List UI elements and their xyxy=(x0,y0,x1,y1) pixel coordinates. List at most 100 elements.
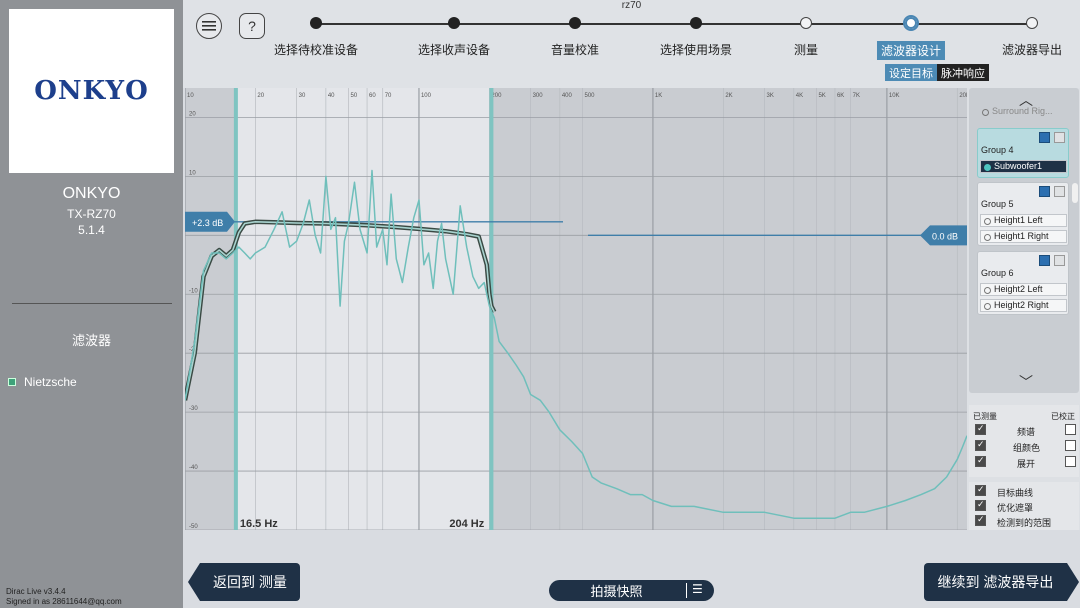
device-config: 5.1.4 xyxy=(78,223,105,237)
filter-section-title: 滤波器 xyxy=(71,333,111,348)
group-title: Group 6 xyxy=(981,268,1014,278)
y-tick-label: 20 xyxy=(189,111,196,117)
x-tick-label: 500 xyxy=(584,93,595,99)
group-settings-icon[interactable] xyxy=(1054,186,1065,197)
option-row-group-color: 组颜色 xyxy=(973,439,1077,454)
step-filter-design[interactable]: 滤波器设计 xyxy=(876,41,946,60)
device-name: ONKYO xyxy=(62,185,121,202)
device-logo: ONKYO xyxy=(9,9,174,173)
frequency-response-chart[interactable]: 10 20 30 40 50 60 70 100 200 300 400 500 1K 2K 3K 4K 5K 6… xyxy=(185,88,967,530)
hamburger-icon xyxy=(202,21,216,31)
y-tick-label: -40 xyxy=(189,465,198,471)
snapshot-divider xyxy=(686,583,687,598)
channel-height1-right[interactable]: Height1 Right xyxy=(980,230,1067,243)
sidebar: ONKYO ONKYO TX-RZ70 5.1.4 滤波器 Nietzsche … xyxy=(0,0,183,608)
bottom-bar: 返回到 测量 拍摄快照 ☰ 继续到 滤波器导出 xyxy=(183,530,1080,608)
x-tick-label: 60 xyxy=(369,93,376,99)
option-label: 展开 xyxy=(1017,459,1036,469)
x-tick-label: 10K xyxy=(889,93,900,99)
display-options: 已测量 已校正 频谱 组颜色 展开 xyxy=(969,405,1079,477)
groups-list[interactable]: ︿ Surround Rig... Group 4 Subwoofer1 Gro… xyxy=(969,88,1079,393)
group-color-measured-checkbox[interactable] xyxy=(975,439,986,451)
x-tick-label: 10 xyxy=(187,93,194,99)
step-select-scenario[interactable]: 选择使用场景 xyxy=(660,41,732,58)
spectrum-measured-checkbox[interactable] xyxy=(975,423,986,435)
step-select-device[interactable]: 选择待校准设备 xyxy=(274,41,358,58)
group-color-icon[interactable] xyxy=(1039,132,1050,143)
x-tick-label: 20K xyxy=(959,93,967,99)
groups-scrollbar[interactable] xyxy=(1072,183,1078,203)
step-measure[interactable]: 测量 xyxy=(794,41,818,58)
group-settings-icon[interactable] xyxy=(1054,255,1065,266)
app-version: Dirac Live v3.4.4 xyxy=(6,587,66,596)
option-row-expand: 展开 xyxy=(973,455,1077,470)
high-cutoff-label: 204 Hz xyxy=(449,518,484,530)
x-tick-label: 400 xyxy=(562,93,573,99)
expand-measured-checkbox[interactable] xyxy=(975,455,986,467)
option-label: 检测到的范围 xyxy=(997,518,1052,528)
group-color-corrected-checkbox[interactable] xyxy=(1065,440,1076,451)
list-menu-icon[interactable]: ☰ xyxy=(692,582,703,596)
session-name: rz70 xyxy=(621,0,642,11)
step-dot-5[interactable] xyxy=(800,17,812,29)
expand-corrected-checkbox[interactable] xyxy=(1065,456,1076,467)
menu-button[interactable] xyxy=(196,13,222,39)
x-tick-label: 6K xyxy=(837,93,844,99)
option-row-optimization-mask: 优化遮罩 xyxy=(973,499,1077,514)
chevron-down-icon[interactable]: ﹀ xyxy=(1019,372,1033,392)
channel-height1-left[interactable]: Height1 Left xyxy=(980,214,1067,227)
y-tick-label: 10 xyxy=(189,170,196,176)
option-label: 组颜色 xyxy=(1013,443,1041,453)
step-dot-3[interactable] xyxy=(569,17,581,29)
step-select-mic[interactable]: 选择收声设备 xyxy=(418,41,490,58)
step-dot-7[interactable] xyxy=(1026,17,1038,29)
continue-to-export-button[interactable]: 继续到 滤波器导出 xyxy=(924,563,1079,601)
progress-line xyxy=(315,23,1033,25)
group-card-6[interactable]: Group 6 Height2 Left Height2 Right xyxy=(977,251,1069,315)
filter-list-item[interactable]: Nietzsche xyxy=(8,375,77,389)
step-level-calibration[interactable]: 音量校准 xyxy=(551,41,599,58)
channel-height2-left[interactable]: Height2 Left xyxy=(980,283,1067,296)
take-snapshot-button[interactable]: 拍摄快照 ☰ xyxy=(549,580,714,601)
step-dot-1[interactable] xyxy=(310,17,322,29)
option-label: 频谱 xyxy=(1017,427,1036,437)
step-filter-export[interactable]: 滤波器导出 xyxy=(1002,41,1062,58)
group-color-icon[interactable] xyxy=(1039,255,1050,266)
x-tick-label: 5K xyxy=(818,93,825,99)
x-tick-label: 4K xyxy=(796,93,803,99)
filter-check-icon[interactable] xyxy=(8,378,16,386)
back-to-measure-button[interactable]: 返回到 测量 xyxy=(188,563,300,601)
target-curve-checkbox[interactable] xyxy=(975,484,986,496)
detected-range-checkbox[interactable] xyxy=(975,514,986,526)
option-row-detected-range: 检测到的范围 xyxy=(973,514,1077,529)
channel-height2-right[interactable]: Height2 Right xyxy=(980,299,1067,312)
step-dot-2[interactable] xyxy=(448,17,460,29)
right-gain-label: 0.0 dB xyxy=(932,231,958,241)
chart-svg[interactable]: 10 20 30 40 50 60 70 100 200 300 400 500 1K 2K 3K 4K 5K 6… xyxy=(185,88,967,530)
x-tick-label: 2K xyxy=(725,93,732,99)
low-cutoff-handle xyxy=(233,88,238,530)
tab-set-target[interactable]: 设定目标 xyxy=(885,64,937,81)
tab-impulse-response[interactable]: 脉冲响应 xyxy=(937,64,989,81)
group-color-icon[interactable] xyxy=(1039,186,1050,197)
group-card-5[interactable]: Group 5 Height1 Left Height1 Right xyxy=(977,182,1069,246)
column-corrected: 已校正 xyxy=(1051,412,1075,421)
group-title: Group 5 xyxy=(981,199,1014,209)
group-card-4[interactable]: Group 4 Subwoofer1 xyxy=(977,128,1069,178)
optimization-mask-checkbox[interactable] xyxy=(975,499,986,511)
help-button[interactable]: ? xyxy=(239,13,265,39)
channel-surround-right-partial[interactable]: Surround Rig... xyxy=(979,106,1069,119)
spectrum-corrected-checkbox[interactable] xyxy=(1065,424,1076,435)
step-dot-6[interactable] xyxy=(903,15,919,31)
overlay-options: 目标曲线 优化遮罩 检测到的范围 xyxy=(969,482,1079,530)
column-measured: 已测量 xyxy=(973,412,997,421)
y-tick-label: -10 xyxy=(189,288,198,294)
option-label: 优化遮罩 xyxy=(997,503,1034,513)
top-bar: rz70 ? 选择待校准设备 选择收声设备 音量校准 选择使用场景 测量 滤波器… xyxy=(183,0,1080,88)
signed-in-user: Signed in as 28611644@qq.com xyxy=(6,597,122,606)
channel-subwoofer1[interactable]: Subwoofer1 xyxy=(980,160,1067,173)
excluded-region-low xyxy=(185,88,236,530)
step-dot-4[interactable] xyxy=(690,17,702,29)
group-settings-icon[interactable] xyxy=(1054,132,1065,143)
x-tick-label: 7K xyxy=(853,93,860,99)
